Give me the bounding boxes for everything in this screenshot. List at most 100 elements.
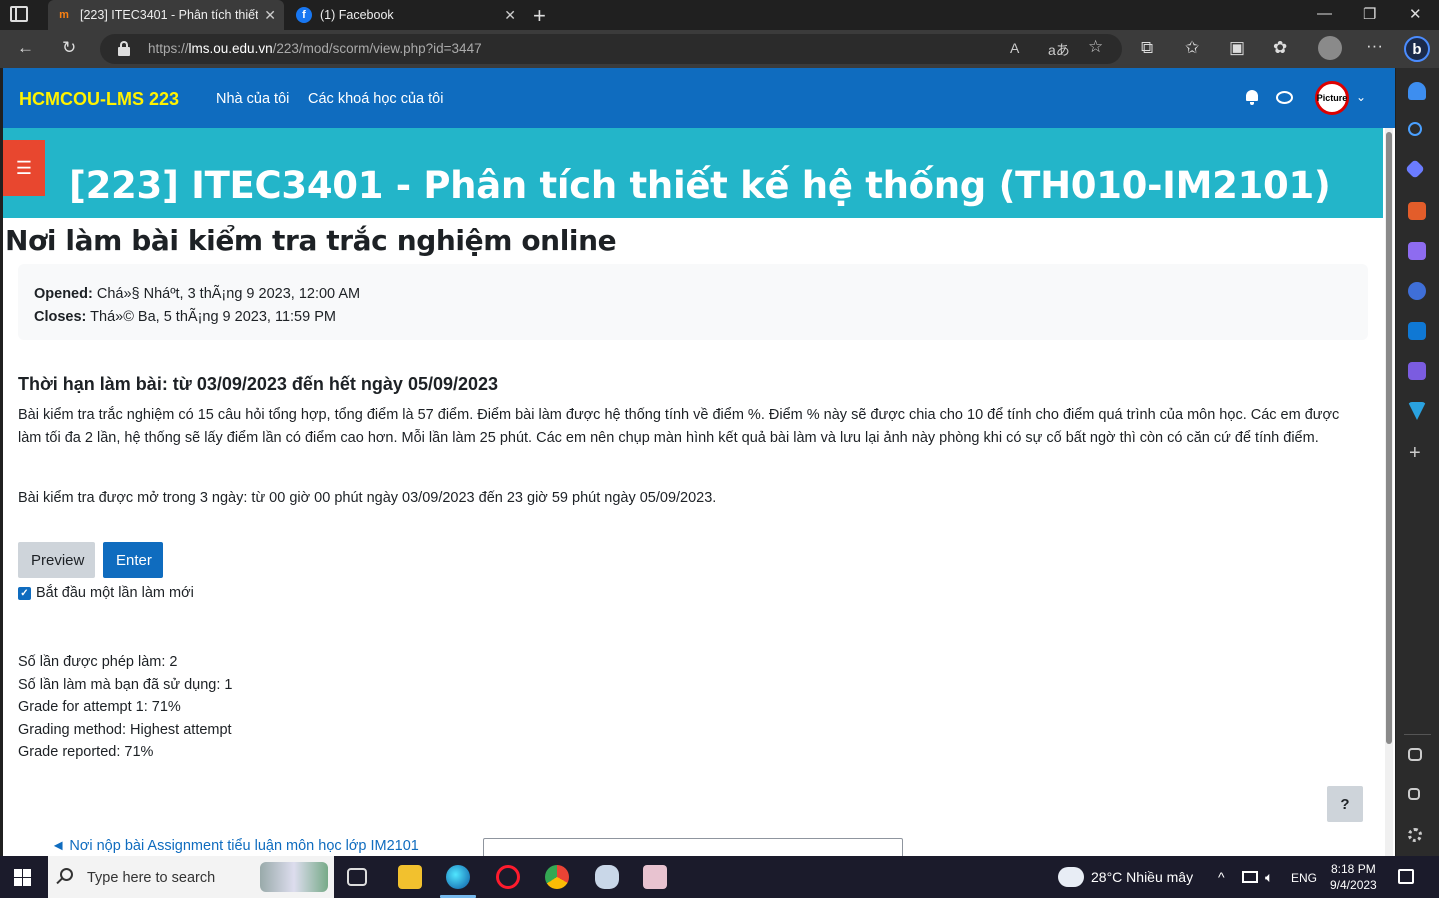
enter-button[interactable]: Enter (103, 542, 163, 578)
tab-close-icon[interactable]: ✕ (264, 7, 276, 24)
taskbar-clock[interactable]: 8:18 PM 9/4/2023 (1330, 861, 1377, 893)
extensions-icon[interactable]: ✿ (1273, 38, 1287, 58)
split-screen-icon[interactable]: ⧉ (1141, 38, 1153, 58)
facebook-favicon-icon: f (296, 7, 312, 23)
reload-icon[interactable]: ↻ (62, 38, 76, 58)
drawer-toggle-button[interactable]: ☰ (3, 140, 45, 196)
closes-line: Closes: Thá»© Ba, 5 thÃ¡ng 9 2023, 11:59… (34, 306, 1352, 329)
anime-app-icon[interactable] (643, 865, 667, 889)
opened-line: Opened: Chá»§ Nháº­t, 3 thÃ¡ng 9 2023, 1… (34, 283, 1352, 306)
windows-taskbar: Type here to search 28°C Nhiều mây ^ 🔈︎ … (0, 856, 1439, 898)
page-viewport: HCMCOU-LMS 223 Nhà của tôi Các khoá học … (3, 68, 1395, 856)
back-icon[interactable]: ← (17, 38, 34, 58)
designer-sidebar-icon[interactable] (1408, 362, 1426, 380)
scrollbar-thumb[interactable] (1386, 132, 1392, 744)
activity-dates: Opened: Chá»§ Nháº­t, 3 thÃ¡ng 9 2023, 1… (18, 264, 1368, 340)
favorites-icon[interactable]: ✩ (1185, 38, 1199, 58)
tab-close-icon[interactable]: ✕ (504, 7, 516, 24)
course-title: [223] ITEC3401 - Phân tích thiết kế hệ t… (69, 164, 1331, 207)
preview-button[interactable]: Preview (18, 542, 95, 578)
more-menu-icon[interactable]: ··· (1366, 36, 1383, 56)
edge-browser-icon[interactable] (446, 865, 470, 889)
sidebar-settings-gear-icon[interactable] (1408, 828, 1422, 842)
info-line: Grading method: Highest attempt (18, 721, 232, 738)
new-attempt-option[interactable]: ✓ Bắt đầu một lần làm mới (18, 585, 194, 601)
chrome-browser-icon[interactable] (545, 865, 569, 889)
lock-icon[interactable] (118, 41, 130, 56)
info-line: Grade for attempt 1: 71% (18, 699, 181, 715)
read-aloud-icon[interactable]: A (1010, 40, 1019, 56)
open-external-icon[interactable] (1408, 788, 1420, 800)
tab-actions-icon[interactable] (10, 6, 28, 22)
messages-chat-icon[interactable] (1276, 91, 1293, 104)
taskbar-search-box[interactable]: Type here to search (48, 856, 334, 898)
opened-label: Opened: (34, 286, 93, 302)
user-avatar[interactable]: Picture (1315, 81, 1349, 115)
help-button[interactable]: ? (1327, 786, 1363, 822)
tab-title: [223] ITEC3401 - Phân tích thiết k (80, 8, 259, 22)
address-bar[interactable]: https://lms.ou.edu.vn/223/mod/scorm/view… (100, 34, 1122, 64)
browser-tab-strip: m [223] ITEC3401 - Phân tích thiết k ✕ f… (0, 0, 1439, 30)
drop-sidebar-icon[interactable] (1408, 402, 1426, 420)
file-explorer-icon[interactable] (398, 865, 422, 889)
bing-chat-icon[interactable]: b (1404, 36, 1430, 62)
opened-value: Chá»§ Nháº­t, 3 thÃ¡ng 9 2023, 12:00 AM (92, 286, 361, 302)
page-scrollbar[interactable] (1385, 128, 1393, 856)
action-center-icon[interactable] (1398, 869, 1414, 884)
translate-icon[interactable]: aあ (1048, 40, 1070, 60)
add-sidebar-icon[interactable]: + (1409, 442, 1421, 465)
url-path: /223/mod/scorm/view.php?id=3447 (272, 41, 482, 56)
notifications-bell-icon[interactable] (1245, 90, 1259, 105)
intro-heading: Thời hạn làm bài: từ 03/09/2023 đến hết … (18, 374, 499, 394)
info-line: Số lần được phép làm: 2 (18, 654, 178, 670)
task-view-icon[interactable] (347, 868, 367, 886)
office-sidebar-icon[interactable] (1408, 282, 1426, 300)
search-sidebar-icon[interactable] (1408, 122, 1422, 136)
profile-avatar-icon[interactable] (1318, 36, 1342, 60)
tools-sidebar-icon[interactable] (1408, 202, 1426, 220)
weather-cloud-icon[interactable] (1058, 867, 1084, 887)
browser-toolbar: ← ↻ https://lms.ou.edu.vn/223/mod/scorm/… (0, 30, 1439, 68)
moodle-navbar: HCMCOU-LMS 223 Nhà của tôi Các khoá học … (3, 68, 1395, 128)
url-prefix: https:// (148, 41, 189, 56)
windows-start-icon[interactable] (14, 869, 31, 886)
maximize-button[interactable]: ❐ (1363, 5, 1376, 23)
favorite-star-icon[interactable]: ☆ (1088, 37, 1103, 57)
closes-label: Closes: (34, 309, 87, 325)
collections-icon[interactable]: ▣ (1229, 38, 1245, 58)
user-menu-chevron-down-icon[interactable]: ⌄ (1356, 90, 1366, 104)
course-header: ☰ [223] ITEC3401 - Phân tích thiết kế hệ… (3, 128, 1383, 218)
site-brand[interactable]: HCMCOU-LMS 223 (19, 89, 179, 110)
language-indicator[interactable]: ENG (1291, 871, 1317, 885)
opera-browser-icon[interactable] (496, 865, 520, 889)
outlook-sidebar-icon[interactable] (1408, 322, 1426, 340)
new-attempt-label: Bắt đầu một lần làm mới (36, 585, 194, 601)
jump-to-select[interactable] (483, 838, 903, 856)
edge-sidebar: + (1396, 68, 1439, 856)
minimize-button[interactable]: — (1317, 5, 1332, 22)
shopping-sidebar-icon[interactable] (1405, 159, 1425, 179)
previous-activity-link[interactable]: ◄ Nơi nộp bài Assignment tiểu luận môn h… (51, 838, 419, 854)
closes-value: Thá»© Ba, 5 thÃ¡ng 9 2023, 11:59 PM (86, 309, 336, 325)
sidebar-divider (1404, 734, 1431, 735)
close-window-button[interactable]: ✕ (1409, 5, 1422, 23)
tab-facebook[interactable]: f (1) Facebook ✕ (288, 0, 524, 30)
games-sidebar-icon[interactable] (1408, 242, 1426, 260)
weather-text[interactable]: 28°C Nhiều mây (1091, 869, 1193, 885)
notifications-sidebar-icon[interactable] (1408, 82, 1426, 100)
hide-sidebar-icon[interactable] (1408, 748, 1422, 761)
clock-time: 8:18 PM (1331, 862, 1376, 876)
new-attempt-checkbox[interactable]: ✓ (18, 586, 31, 600)
nav-link-my-courses[interactable]: Các khoá học của tôi (308, 91, 443, 107)
tray-expand-chevron-up-icon[interactable]: ^ (1218, 869, 1225, 885)
tab-lms[interactable]: m [223] ITEC3401 - Phân tích thiết k ✕ (48, 0, 284, 30)
network-icon[interactable] (1242, 871, 1258, 883)
volume-icon[interactable]: 🔈︎ (1265, 869, 1273, 886)
search-icon (60, 868, 73, 881)
search-highlight-image (260, 862, 328, 892)
moodle-favicon-icon: m (59, 9, 69, 21)
new-tab-button[interactable]: + (533, 3, 546, 29)
url-text[interactable]: https://lms.ou.edu.vn/223/mod/scorm/view… (148, 41, 482, 56)
nav-link-home[interactable]: Nhà của tôi (216, 91, 289, 107)
app-icon[interactable] (595, 865, 619, 889)
